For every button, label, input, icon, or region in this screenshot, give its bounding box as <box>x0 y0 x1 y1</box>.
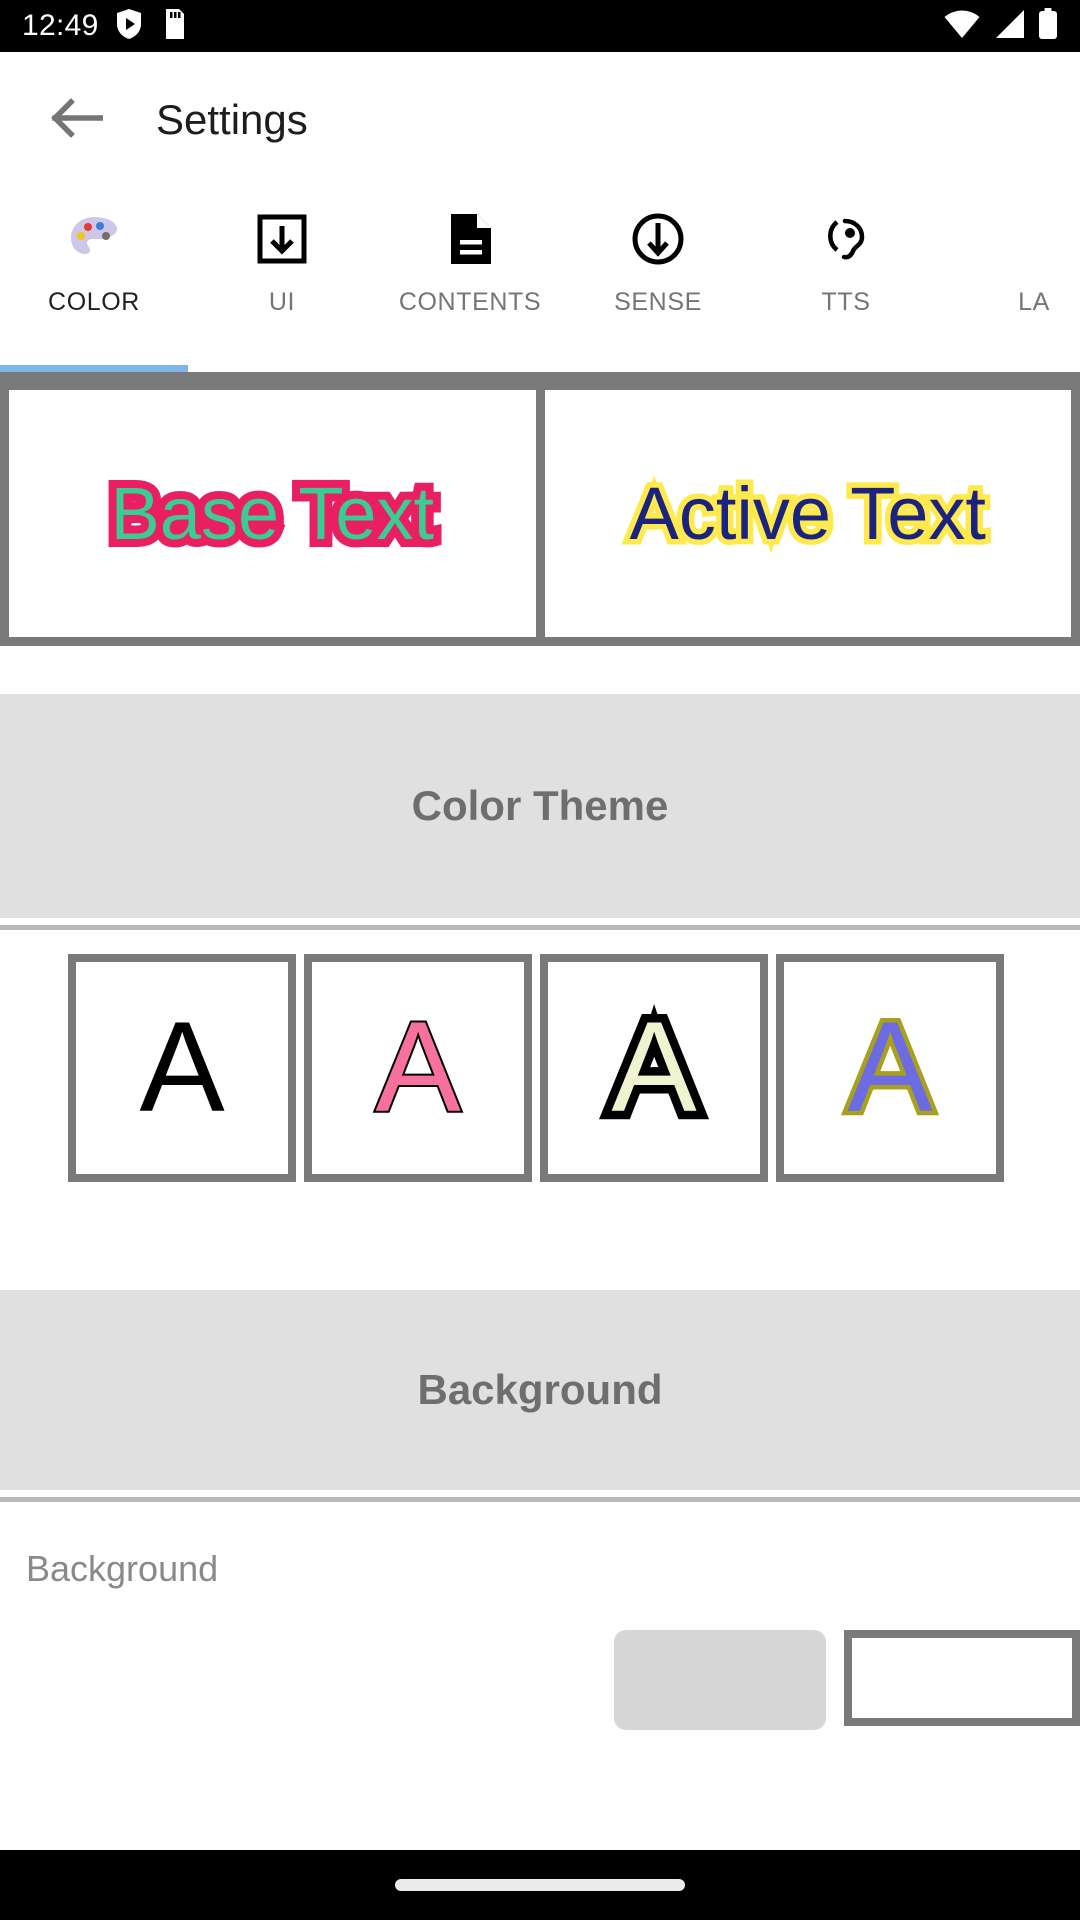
active-tab-indicator <box>0 365 188 372</box>
theme-swatch-black[interactable]: A <box>68 954 296 1182</box>
toolbar: Settings <box>0 52 1080 188</box>
shield-play-icon <box>115 8 143 45</box>
spacer-above-color-theme <box>0 646 1080 694</box>
status-bar: 12:49 <box>0 0 1080 52</box>
document-icon <box>446 208 494 270</box>
spacer-above-background <box>0 1182 1080 1290</box>
tab-label-ui: UI <box>268 288 296 316</box>
back-arrow-icon <box>51 96 104 145</box>
color-theme-section-header: Color Theme <box>0 694 1080 918</box>
tab-contents[interactable]: CONTENTS <box>376 188 564 381</box>
color-theme-swatch-row: A A A A <box>0 930 1080 1182</box>
background-row: Background <box>0 1502 1080 1730</box>
status-bar-clock: 12:49 <box>22 9 99 42</box>
background-controls <box>614 1630 1080 1730</box>
cellular-signal-icon <box>993 9 1025 44</box>
base-text-sample: Base Text <box>102 464 442 563</box>
circle-down-arrow-icon <box>631 208 685 270</box>
sd-card-icon <box>159 8 185 45</box>
tab-tts[interactable]: TTS <box>752 188 940 381</box>
active-text-sample: Active Text <box>624 467 991 561</box>
theme-swatch-pink[interactable]: A <box>304 954 532 1182</box>
status-bar-left: 12:49 <box>22 8 185 45</box>
back-button[interactable] <box>40 83 114 157</box>
theme-letter-black: A <box>139 996 225 1139</box>
home-gesture-pill[interactable] <box>395 1879 685 1891</box>
theme-letter-blue: A <box>843 996 937 1139</box>
theme-letter-cream: A <box>603 995 705 1140</box>
preview-row: Base Text Active Text <box>0 381 1080 646</box>
tab-bar-divider <box>0 372 1080 381</box>
tab-ui[interactable]: UI <box>188 188 376 381</box>
navigation-bar <box>0 1850 1080 1920</box>
background-row-label: Background <box>26 1548 219 1589</box>
tab-label-contents: CONTENTS <box>398 288 542 316</box>
palette-icon <box>66 208 122 270</box>
background-title: Background <box>417 1366 663 1413</box>
active-text-preview[interactable]: Active Text <box>544 390 1080 637</box>
tab-label-la: LA <box>1018 288 1050 316</box>
base-text-preview[interactable]: Base Text <box>0 390 536 637</box>
tab-sense[interactable]: SENSE <box>564 188 752 381</box>
tab-color[interactable]: COLOR <box>0 188 188 381</box>
background-picker-button[interactable] <box>614 1630 826 1730</box>
status-bar-right <box>944 7 1058 45</box>
page-title: Settings <box>156 96 308 143</box>
hearing-ear-icon <box>819 208 873 270</box>
tab-la[interactable]: LA <box>940 188 1080 381</box>
theme-swatch-blue[interactable]: A <box>776 954 1004 1182</box>
download-box-icon <box>256 208 308 270</box>
background-color-chip[interactable] <box>844 1630 1080 1726</box>
background-section-header: Background <box>0 1290 1080 1490</box>
color-theme-title: Color Theme <box>411 782 669 829</box>
tab-label-sense: SENSE <box>614 288 702 316</box>
tab-bar: COLOR UI CONTENTS SENSE TTS LA <box>0 188 1080 381</box>
theme-letter-pink: A <box>373 996 462 1139</box>
tab-label-color: COLOR <box>48 288 140 316</box>
tab-label-tts: TTS <box>821 288 871 316</box>
wifi-icon <box>944 9 980 44</box>
theme-swatch-cream[interactable]: A <box>540 954 768 1182</box>
battery-icon <box>1038 7 1058 45</box>
